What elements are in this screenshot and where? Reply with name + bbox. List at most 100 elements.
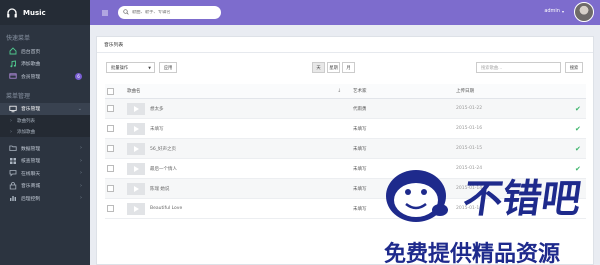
sidebar-item-control[interactable]: 后理控制 › <box>0 192 90 205</box>
row-checkbox[interactable] <box>107 145 114 152</box>
header-search[interactable] <box>118 6 221 19</box>
row-checkbox[interactable] <box>107 205 114 212</box>
check-icon: ✔ <box>575 104 581 113</box>
song-name: 想太多 <box>150 106 164 112</box>
chevron-right-icon: › <box>80 170 82 177</box>
sidebar-item-data[interactable]: 数据管理 › <box>0 142 90 155</box>
table-row[interactable]: 最后一个情人 未填写 2015-01-24 ✔ <box>105 159 586 179</box>
song-name-cell: Beautiful Love <box>127 202 183 215</box>
shop-icon <box>8 181 17 190</box>
sidebar-item-review[interactable]: 核查管理 › <box>0 155 90 168</box>
menu-toggle-icon[interactable] <box>100 8 110 18</box>
song-name-cell: 最后一个情人 <box>127 162 177 175</box>
table-row[interactable]: 未填写 未填写 2015-01-16 ✔ <box>105 119 586 139</box>
song-name-cell: 56_好声之页 <box>127 142 176 155</box>
username: admin <box>544 8 560 14</box>
song-name: 未填写 <box>150 126 164 132</box>
user-menu[interactable]: admin ▾ <box>544 8 564 14</box>
song-name: 56_好声之页 <box>150 146 176 152</box>
song-name: 陈瑞 她说 <box>150 186 170 192</box>
search-icon <box>123 8 129 17</box>
section-title-quick: 快速菜单 <box>6 35 31 42</box>
chevron-right-icon: › <box>80 145 82 152</box>
table-row[interactable]: Beautiful Love 未填写 2015-01-14 <box>105 199 586 219</box>
table-row[interactable]: 56_好声之页 未填写 2015-01-15 ✔ <box>105 139 586 159</box>
play-icon[interactable] <box>127 122 145 135</box>
play-icon[interactable] <box>127 202 145 215</box>
song-name: 最后一个情人 <box>150 166 177 172</box>
brand[interactable]: Music <box>0 0 90 25</box>
song-table: 歌曲名 ↓ 艺术家 上传日期 想太多 代雨勇 2015-01-22 ✔ 未填写 … <box>105 84 586 219</box>
sidebar-item-music-manage[interactable]: 音乐管理 ⌄ <box>0 102 90 115</box>
chevron-right-icon: › <box>80 182 82 189</box>
select-all-checkbox[interactable] <box>107 87 114 95</box>
top-header: admin ▾ <box>90 0 600 25</box>
bulk-action-select[interactable]: 批量操作 ▼ <box>106 62 155 73</box>
song-name-cell: 想太多 <box>127 102 164 115</box>
row-checkbox[interactable] <box>107 185 114 192</box>
sort-down-icon[interactable]: ↓ <box>337 88 341 94</box>
chat-icon <box>8 169 17 178</box>
credit-card-icon <box>8 72 17 81</box>
apply-button[interactable]: 应用 <box>159 62 177 73</box>
home-icon <box>8 47 17 56</box>
row-checkbox[interactable] <box>107 105 114 112</box>
header-upload-date[interactable]: 上传日期 <box>456 88 474 94</box>
search-button[interactable]: 搜索 <box>565 62 583 73</box>
artist-cell: 未填写 <box>353 166 367 172</box>
date-cell: 2015-01-24 <box>456 166 483 171</box>
row-checkbox[interactable] <box>107 165 114 172</box>
date-cell: 2015-01-16 <box>456 126 483 131</box>
sidebar-item-label: 音乐管理 <box>21 107 41 113</box>
sidebar-item-add-song[interactable]: 添加歌曲 <box>0 58 90 71</box>
week-button[interactable]: 星期 <box>327 62 340 73</box>
header-artist[interactable]: 艺术家 <box>353 88 367 94</box>
sidebar-subitem-add-song[interactable]: › 添加歌曲 <box>0 126 90 137</box>
sidebar-item-label: 后台首页 <box>21 49 41 55</box>
section-title-menu: 菜单管理 <box>6 92 31 100</box>
day-button[interactable]: 天 <box>312 62 325 73</box>
artist-cell: 未填写 <box>353 146 367 152</box>
grid-icon <box>8 156 17 165</box>
table-row[interactable]: 想太多 代雨勇 2015-01-22 ✔ <box>105 99 586 119</box>
header-search-input[interactable] <box>132 10 217 15</box>
month-button[interactable]: 月 <box>342 62 355 73</box>
artist-cell: 代雨勇 <box>353 106 367 112</box>
panel-title: 音乐列表 <box>97 37 593 53</box>
table-row[interactable]: 陈瑞 她说 未填写 2015-01-14 ✔ <box>105 179 586 199</box>
chevron-right-icon: › <box>10 117 12 124</box>
sidebar-item-label: 添加歌曲 <box>17 129 35 135</box>
check-icon: ✔ <box>575 164 581 173</box>
avatar[interactable] <box>574 2 594 22</box>
table-header: 歌曲名 ↓ 艺术家 上传日期 <box>105 84 586 99</box>
sidebar-item-chat[interactable]: 在线聊天 › <box>0 167 90 180</box>
chevron-down-icon: ⌄ <box>77 105 82 112</box>
sidebar-item-label: 在线聊天 <box>21 171 41 177</box>
table-body: 想太多 代雨勇 2015-01-22 ✔ 未填写 未填写 2015-01-16 … <box>105 99 586 219</box>
sidebar-item-label: 歌曲列表 <box>17 118 35 124</box>
sidebar: Music 快速菜单 后台首页 添加歌曲 会员管理 6 菜单管理 音乐管理 ⌄ … <box>0 0 90 265</box>
play-icon[interactable] <box>127 162 145 175</box>
caret-down-icon: ▼ <box>148 65 151 70</box>
sidebar-subitem-song-list[interactable]: › 歌曲列表 <box>0 115 90 126</box>
check-icon: ✔ <box>575 184 581 193</box>
song-name-cell: 陈瑞 她说 <box>127 182 170 195</box>
song-name: Beautiful Love <box>150 206 183 211</box>
bulk-action-value: 批量操作 <box>111 65 129 71</box>
date-cell: 2015-01-14 <box>456 186 483 191</box>
row-checkbox[interactable] <box>107 125 114 132</box>
date-cell: 2015-01-22 <box>456 106 483 111</box>
play-icon[interactable] <box>127 142 145 155</box>
member-count-badge: 6 <box>75 72 82 80</box>
headphones-icon <box>6 7 18 19</box>
music-list-panel: 音乐列表 批量操作 ▼ 应用 天 星期 月 搜索歌曲... 搜索 歌曲名 ↓ 艺… <box>96 36 594 265</box>
sidebar-item-home[interactable]: 后台首页 <box>0 45 90 58</box>
check-icon: ✔ <box>575 144 581 153</box>
sidebar-item-shop[interactable]: 音乐商城 › <box>0 180 90 193</box>
chevron-right-icon: › <box>10 128 12 135</box>
play-icon[interactable] <box>127 102 145 115</box>
play-icon[interactable] <box>127 182 145 195</box>
sidebar-item-members[interactable]: 会员管理 6 <box>0 70 90 83</box>
song-search-input[interactable]: 搜索歌曲... <box>476 62 561 73</box>
header-song-name[interactable]: 歌曲名 <box>127 88 141 94</box>
